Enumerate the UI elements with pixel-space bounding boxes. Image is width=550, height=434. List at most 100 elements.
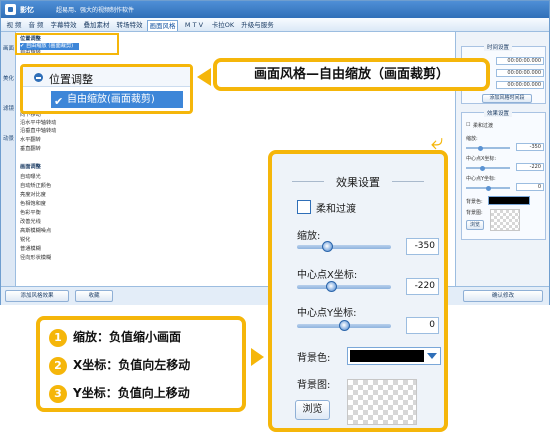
tree-callout-item-label: 自由缩放(画面裁剪): [67, 94, 155, 105]
tab-style[interactable]: 画面风格: [147, 20, 178, 31]
tab-transition[interactable]: 转场特效: [114, 20, 145, 31]
center-x-label: 中心点X坐标:: [466, 156, 497, 162]
legend-number: 1: [49, 328, 67, 347]
chevron-down-icon[interactable]: [427, 353, 437, 359]
list-item[interactable]: 自动曝光: [20, 174, 41, 181]
start-time-input[interactable]: 00:00:00.000: [496, 57, 544, 65]
legend-text: 缩放：负值缩小画面: [73, 330, 182, 344]
center-x-label-big: 中心点X坐标:: [297, 270, 358, 281]
scale-slider-thumb-big[interactable]: [322, 241, 333, 252]
center-y-input-big[interactable]: 0: [406, 317, 439, 334]
app-slogan: 超易用、强大的视频制作软件: [56, 7, 135, 14]
tab-karaoke[interactable]: 卡拉OK: [209, 20, 237, 31]
side-tab-filter[interactable]: 滤镜: [2, 106, 15, 112]
bg-color-picker-big[interactable]: [347, 347, 441, 365]
time-settings-legend: 时间设置: [484, 43, 513, 51]
bg-image-preview-small: [490, 209, 520, 231]
browse-button-small[interactable]: 浏览: [466, 220, 484, 230]
bg-color-picker[interactable]: [488, 196, 530, 205]
tree-callout-header: 位置调整: [23, 67, 190, 87]
tree-highlight-frame: [15, 33, 119, 55]
list-item[interactable]: 普通模糊: [20, 246, 41, 253]
title-bar: 影忆 超易用、强大的视频制作软件: [1, 1, 549, 18]
legend-text: Y坐标：负值向上移动: [73, 386, 190, 400]
bg-image-preview-big: [347, 379, 417, 425]
scale-label-big: 缩放:: [297, 231, 321, 242]
add-style-button[interactable]: 添加风格效果: [5, 290, 69, 302]
center-x-input[interactable]: -220: [516, 163, 544, 171]
legend-item: 3 Y坐标：负值向上移动: [49, 382, 190, 404]
list-item[interactable]: 径向形状模糊: [20, 255, 51, 262]
tab-audio[interactable]: 音 频: [26, 20, 46, 31]
center-y-slider-thumb-big[interactable]: [339, 320, 350, 331]
bg-color-label: 背景色:: [466, 199, 483, 205]
center-x-slider-thumb-big[interactable]: [326, 281, 337, 292]
legend-item: 2 X坐标：负值向左移动: [49, 354, 190, 376]
side-tab-motion[interactable]: 动景: [2, 136, 15, 142]
center-x-slider-thumb[interactable]: [480, 165, 485, 171]
end-time-input[interactable]: 00:00:00.000: [496, 69, 544, 77]
center-y-label-big: 中心点Y坐标:: [297, 308, 357, 319]
legend-number: 3: [49, 384, 67, 403]
tab-subtitle[interactable]: 字幕特效: [48, 20, 79, 31]
feature-title-badge: 画面风格—自由缩放（画面裁剪）: [213, 58, 490, 91]
soft-transition-checkbox-big[interactable]: [297, 200, 311, 214]
soft-transition-label-big: 柔和过渡: [316, 204, 356, 215]
list-item[interactable]: 水平翻转: [20, 137, 41, 144]
pointer-arrow-left: [197, 68, 211, 86]
checkmark-icon: ✔: [54, 95, 64, 108]
browse-button-big[interactable]: 浏览: [295, 400, 330, 420]
bg-color-label-big: 背景色:: [297, 353, 331, 364]
tab-video[interactable]: 视 频: [4, 20, 24, 31]
list-item[interactable]: 沿水平中轴转动: [20, 120, 56, 127]
effect-settings-title: 效果设置: [272, 174, 444, 190]
list-item[interactable]: 锐化: [20, 237, 30, 244]
duration-input[interactable]: 00:00:00.000: [496, 81, 544, 89]
bg-image-label-big: 背景图:: [297, 380, 331, 391]
effect-settings-small: 效果设置 ☐ 柔和过渡 缩放: -350 中心点X坐标: -220 中心点Y坐标…: [461, 109, 546, 240]
center-y-slider[interactable]: [466, 185, 510, 191]
scale-slider-thumb[interactable]: [478, 145, 483, 151]
list-item[interactable]: 沿垂直中轴转动: [20, 128, 56, 135]
tab-mtv[interactable]: M T V: [181, 20, 207, 31]
scale-slider[interactable]: [466, 145, 510, 151]
collapse-icon[interactable]: [34, 73, 43, 82]
center-y-slider-thumb[interactable]: [486, 185, 491, 191]
list-item[interactable]: 自动矫正颜色: [20, 183, 51, 190]
confirm-button[interactable]: 确认修改: [463, 290, 543, 302]
list-item[interactable]: 高斯模糊噪点: [20, 228, 51, 235]
app-logo-icon: [5, 4, 16, 15]
scale-label: 缩放:: [466, 136, 478, 142]
list-item[interactable]: 色彩平衡: [20, 210, 41, 217]
effect-settings-callout: 效果设置 柔和过渡 缩放: -350 中心点X坐标: -220 中心点Y坐标: …: [268, 150, 448, 432]
tab-upgrade[interactable]: 升级与服务: [239, 20, 276, 31]
bg-image-label: 背景图:: [466, 210, 483, 216]
center-x-slider[interactable]: [466, 165, 510, 171]
scale-slider-big[interactable]: [297, 241, 391, 252]
soft-transition-checkbox[interactable]: ☐: [466, 122, 470, 128]
legend-number: 2: [49, 356, 67, 375]
favorite-button[interactable]: 收藏: [75, 290, 113, 302]
menu-bar: 视 频 音 频 字幕特效 叠加素材 转场特效 画面风格 M T V 卡拉OK 升…: [1, 18, 549, 32]
tab-overlay[interactable]: 叠加素材: [81, 20, 112, 31]
list-item[interactable]: 色相饱和度: [20, 201, 46, 208]
center-x-slider-big[interactable]: [297, 281, 391, 292]
list-category[interactable]: 画面调整: [20, 164, 41, 171]
list-item[interactable]: 改善光线: [20, 219, 41, 226]
scale-input[interactable]: -350: [516, 143, 544, 151]
explanation-legend: 1 缩放：负值缩小画面 2 X坐标：负值向左移动 3 Y坐标：负值向上移动: [36, 316, 246, 412]
add-time-button[interactable]: 添加风格时间段: [482, 94, 532, 103]
list-item[interactable]: 垂直翻转: [20, 146, 41, 153]
list-item[interactable]: 亮度对比度: [20, 192, 46, 199]
scale-input-big[interactable]: -350: [406, 238, 439, 255]
side-tabs: 画面 美化 滤镜 动景: [1, 32, 16, 304]
side-tab-picture[interactable]: 画面: [2, 46, 15, 52]
legend-item: 1 缩放：负值缩小画面: [49, 326, 181, 348]
center-y-input[interactable]: 0: [516, 183, 544, 191]
side-tab-beautify[interactable]: 美化: [2, 76, 15, 82]
center-y-slider-big[interactable]: [297, 320, 391, 331]
center-x-input-big[interactable]: -220: [406, 278, 439, 295]
tree-callout-item[interactable]: ✔ 自由缩放(画面裁剪): [51, 91, 183, 108]
pointer-arrow-right: [251, 348, 264, 366]
bg-color-swatch: [350, 350, 424, 362]
